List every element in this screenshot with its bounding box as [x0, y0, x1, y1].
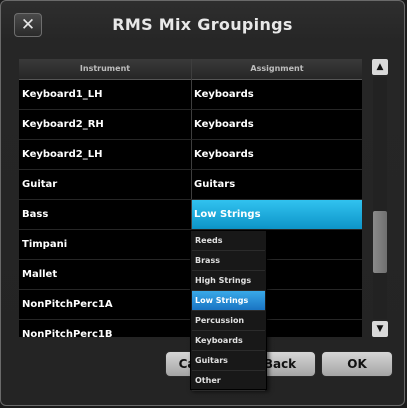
dropdown-option-other[interactable]: Other — [192, 371, 265, 391]
scroll-thumb[interactable] — [373, 211, 387, 273]
dropdown-option-brass[interactable]: Brass — [192, 251, 265, 271]
assignment-dropdown-menu: Reeds Brass High Strings Low Strings Per… — [190, 230, 267, 391]
table-row[interactable]: Keyboard1_LH Keyboards — [19, 80, 362, 110]
instrument-cell: Keyboard2_RH — [22, 119, 104, 130]
scroll-up-button[interactable]: ▲ — [372, 59, 388, 75]
column-header-instrument[interactable]: Instrument — [19, 59, 191, 79]
ok-button[interactable]: OK — [321, 351, 393, 377]
instrument-cell: Keyboard1_LH — [22, 89, 103, 100]
assignment-cell[interactable]: Keyboards — [194, 80, 360, 110]
dropdown-option-high-strings[interactable]: High Strings — [192, 271, 265, 291]
column-header-assignment[interactable]: Assignment — [192, 59, 362, 79]
arrow-up-icon: ▲ — [376, 62, 384, 72]
scroll-down-button[interactable]: ▼ — [372, 321, 388, 337]
assignment-cell-selected[interactable]: Low Strings — [192, 200, 362, 230]
assignment-cell[interactable]: Guitars — [194, 170, 360, 200]
table-row[interactable]: Keyboard2_RH Keyboards — [19, 110, 362, 140]
dropdown-option-keyboards[interactable]: Keyboards — [192, 331, 265, 351]
dropdown-option-percussion[interactable]: Percussion — [192, 311, 265, 331]
rms-mix-groupings-dialog: ✕ RMS Mix Groupings Instrument Assignmen… — [0, 0, 405, 406]
table-row[interactable]: Keyboard2_LH Keyboards — [19, 140, 362, 170]
dialog-title: RMS Mix Groupings — [112, 15, 293, 34]
instrument-cell: Mallet — [22, 269, 58, 280]
instrument-cell: Timpani — [22, 239, 68, 250]
assignment-cell[interactable]: Keyboards — [194, 140, 360, 170]
vertical-scrollbar[interactable]: ▲ ▼ — [371, 59, 389, 337]
arrow-down-icon: ▼ — [376, 324, 384, 334]
dropdown-option-guitars[interactable]: Guitars — [192, 351, 265, 371]
instrument-cell: Guitar — [22, 179, 58, 190]
instrument-cell: NonPitchPerc1B — [22, 329, 113, 337]
table-row-selected[interactable]: Bass Low Strings — [19, 200, 362, 230]
table-row[interactable]: Guitar Guitars — [19, 170, 362, 200]
instrument-cell: Keyboard2_LH — [22, 149, 103, 160]
instrument-cell: Bass — [22, 209, 49, 220]
assignment-cell[interactable]: Keyboards — [194, 110, 360, 140]
instrument-cell: NonPitchPerc1A — [22, 299, 113, 310]
scroll-track[interactable] — [373, 77, 387, 319]
dropdown-option-reeds[interactable]: Reeds — [192, 231, 265, 251]
dropdown-option-low-strings[interactable]: Low Strings — [192, 291, 265, 311]
